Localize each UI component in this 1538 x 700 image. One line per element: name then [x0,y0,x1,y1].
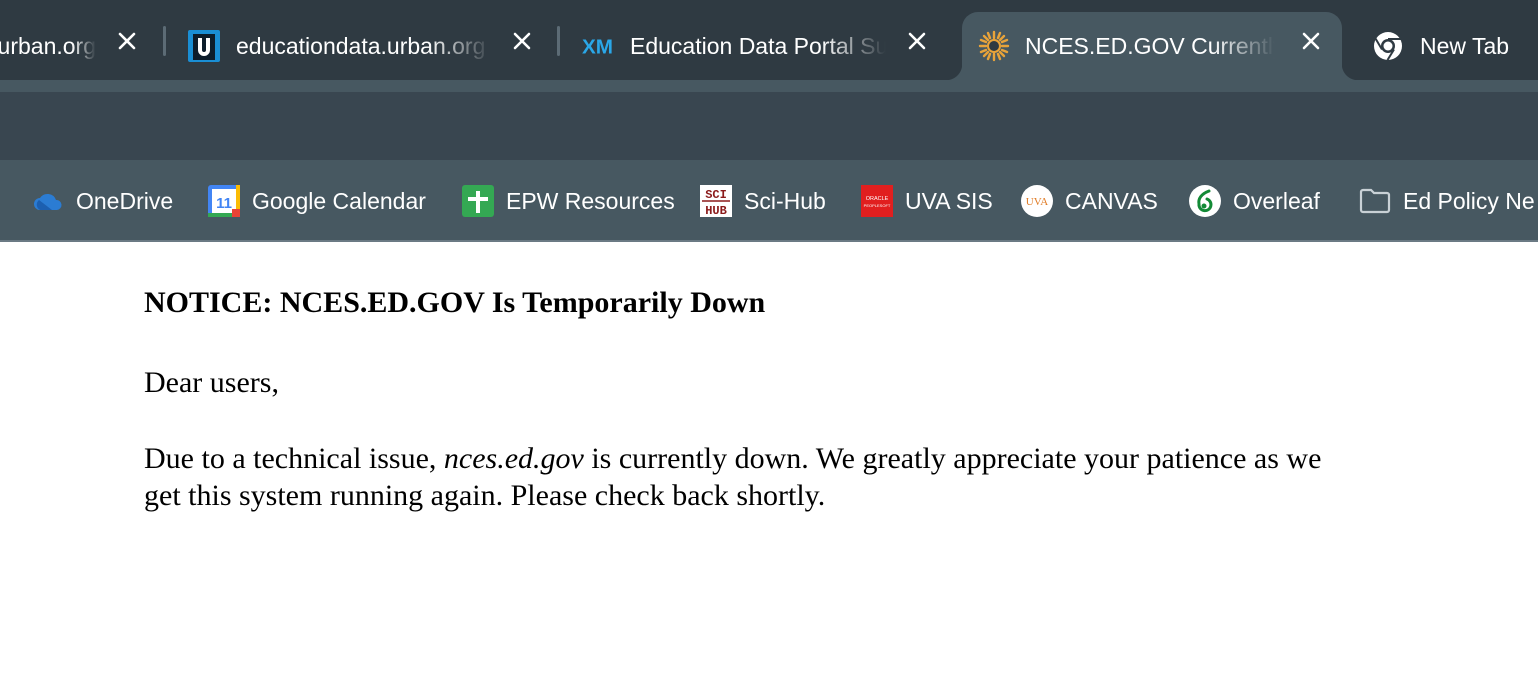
tab-title: Education Data Portal Su [630,32,886,59]
scihub-text-bottom: HUB [705,204,727,217]
bookmark-uva-sis[interactable]: ORACLE PEOPLESOFT UVA SIS [861,184,993,218]
calendar-date: 11 [216,195,232,212]
tab-separator [557,26,560,56]
bookmark-folder-ed-policy[interactable]: Ed Policy Ne [1359,184,1535,218]
nces-sun-icon [978,30,1010,62]
bookmark-label: Ed Policy Ne [1403,187,1535,214]
tab-nces-active[interactable]: NCES.ED.GOV Currently [946,12,1358,80]
page-content: NOTICE: NCES.ED.GOV Is Temporarily Down … [0,242,1538,700]
google-sheets-icon [462,185,494,217]
chrome-icon [1372,30,1404,62]
bookmark-epw-resources[interactable]: EPW Resources [462,184,675,218]
close-tab-icon[interactable] [112,26,142,56]
oracle-text: ORACLE [866,196,889,202]
browser-toolbar [0,80,1538,160]
bookmark-label: Google Calendar [252,187,426,214]
scihub-icon: SCI HUB [700,185,732,217]
overleaf-icon [1189,185,1221,217]
peoplesoft-text: PEOPLESOFT [864,203,891,208]
onedrive-icon [32,185,64,217]
bookmark-label: EPW Resources [506,187,675,214]
tab-educationdata[interactable]: educationdata.urban.org [188,12,548,80]
new-tab[interactable]: New Tab [1372,12,1538,80]
tab-strip: urban.org educationdata.urban.org XM Edu… [0,0,1538,80]
tab-title: urban.org [0,32,96,59]
tab-title: educationdata.urban.org [236,32,486,59]
uva-text: UVA [1026,196,1048,208]
folder-icon [1359,185,1391,217]
site-name: nces.ed.gov [443,442,584,475]
bookmarks-bar: OneDrive 11 Google Calendar EPW Resource… [0,160,1538,242]
tab-title: NCES.ED.GOV Currently [1025,32,1275,59]
tab-separator [163,26,166,56]
oracle-peoplesoft-icon: ORACLE PEOPLESOFT [861,185,893,217]
bookmark-overleaf[interactable]: Overleaf [1189,184,1320,218]
bookmark-label: UVA SIS [905,187,993,214]
svg-text:XM: XM [582,36,613,58]
close-tab-icon[interactable] [507,26,537,56]
bookmark-sci-hub[interactable]: SCI HUB Sci-Hub [700,184,826,218]
close-tab-icon[interactable] [1296,26,1326,56]
google-calendar-icon: 11 [208,185,240,217]
bookmark-label: CANVAS [1065,187,1158,214]
scihub-text-top: SCI [705,188,727,202]
new-tab-label: New Tab [1420,32,1510,59]
xm-icon: XM [582,30,614,62]
greeting-text: Dear users, [144,366,279,399]
tab-education-data-portal[interactable]: XM Education Data Portal Su [582,12,942,80]
uva-icon: UVA [1021,185,1053,217]
bookmark-label: Overleaf [1233,187,1320,214]
close-tab-icon[interactable] [902,26,932,56]
bookmark-canvas[interactable]: UVA CANVAS [1021,184,1158,218]
notice-message: Due to a technical issue, nces.ed.gov is… [144,440,1344,514]
bookmark-label: OneDrive [76,187,174,214]
urban-u-icon [188,30,220,62]
page-title: NOTICE: NCES.ED.GOV Is Temporarily Down [144,286,766,319]
bookmark-label: Sci-Hub [744,187,826,214]
message-before: Due to a technical issue, [144,442,444,475]
tab-urban-org[interactable]: urban.org [0,12,160,80]
bookmark-google-calendar[interactable]: 11 Google Calendar [208,184,426,218]
bookmark-onedrive[interactable]: OneDrive [32,184,173,218]
